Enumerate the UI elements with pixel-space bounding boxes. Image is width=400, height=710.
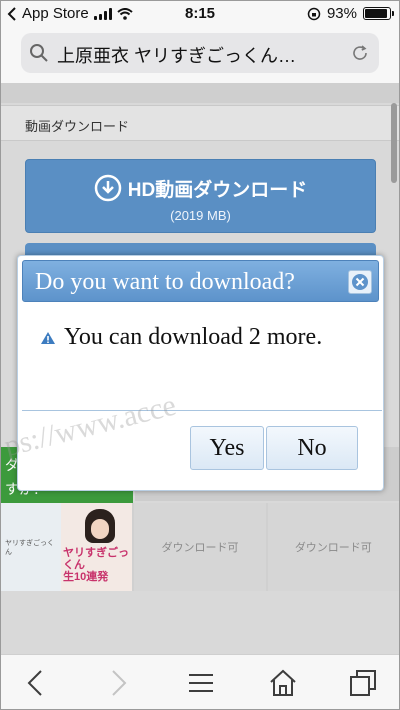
reload-icon[interactable]: [351, 44, 369, 62]
video-grid: ヤリすぎごっくん ヤリすぎごっくん 生10連発 ダウンロード可 ダウンロード可: [1, 503, 399, 591]
battery-icon: [363, 7, 394, 20]
close-icon: [352, 274, 368, 290]
phone-screen: App Store 8:15 93% 上原亜衣 ヤリすぎごっくん… 動画ダウンロ…: [0, 0, 400, 710]
section-header: 動画ダウンロード: [1, 105, 399, 141]
download-available-cell[interactable]: ダウンロード可: [267, 503, 399, 591]
browser-toolbar: [1, 654, 399, 709]
status-right: 93%: [307, 5, 394, 22]
menu-icon[interactable]: [185, 667, 217, 699]
download-available-cell[interactable]: ダウンロード可: [134, 503, 266, 591]
rotation-lock-icon: [307, 7, 321, 20]
download-arrow-icon: [94, 174, 122, 202]
dialog-message: You can download 2 more.: [40, 324, 322, 351]
dialog-divider: [22, 410, 382, 411]
video-thumbnail[interactable]: ヤリすぎごっくん ヤリすぎごっくん 生10連発: [1, 503, 133, 591]
yes-button[interactable]: Yes: [190, 426, 264, 470]
search-icon: [30, 44, 48, 62]
hd-download-button[interactable]: HD動画ダウンロード (2019 MB): [25, 159, 376, 233]
warning-icon: [41, 331, 55, 344]
address-text[interactable]: 上原亜衣 ヤリすぎごっくん…: [57, 42, 347, 68]
home-icon[interactable]: [267, 667, 299, 699]
address-bar[interactable]: 上原亜衣 ヤリすぎごっくん…: [21, 33, 379, 73]
hd-button-row: HD動画ダウンロード: [26, 174, 375, 202]
cover-title-sub: 生10連発: [63, 571, 109, 583]
tabs-icon[interactable]: [347, 667, 379, 699]
page-top-strip: [1, 83, 399, 103]
download-available-label: ダウンロード可: [161, 542, 239, 554]
cover-title-main: ヤリすぎごっくん: [63, 547, 129, 571]
scrollbar[interactable]: [391, 103, 397, 183]
hd-button-label: HD動画ダウンロード: [127, 179, 308, 201]
cover-figure-face: [91, 519, 109, 539]
status-bar: App Store 8:15 93%: [1, 1, 399, 27]
dialog-message-text: You can download 2 more.: [64, 324, 323, 350]
battery-fill: [365, 9, 388, 18]
battery-percent: 93%: [326, 5, 357, 22]
forward-icon[interactable]: [101, 667, 133, 699]
dialog-header: Do you want to download?: [22, 260, 379, 302]
cover-small-title: ヤリすぎごっくん: [5, 540, 54, 556]
browser-header: 上原亜衣 ヤリすぎごっくん…: [1, 27, 399, 83]
cover-title: ヤリすぎごっくん 生10連発: [63, 547, 131, 583]
no-button[interactable]: No: [266, 426, 358, 470]
section-header-label: 動画ダウンロード: [25, 119, 130, 134]
back-icon[interactable]: [21, 667, 53, 699]
close-button[interactable]: [348, 270, 372, 294]
dialog-title: Do you want to download?: [35, 269, 295, 295]
hd-file-size: (2019 MB): [170, 208, 231, 223]
download-dialog: Do you want to download? You can downloa…: [17, 255, 384, 491]
download-available-label: ダウンロード可: [294, 542, 372, 554]
